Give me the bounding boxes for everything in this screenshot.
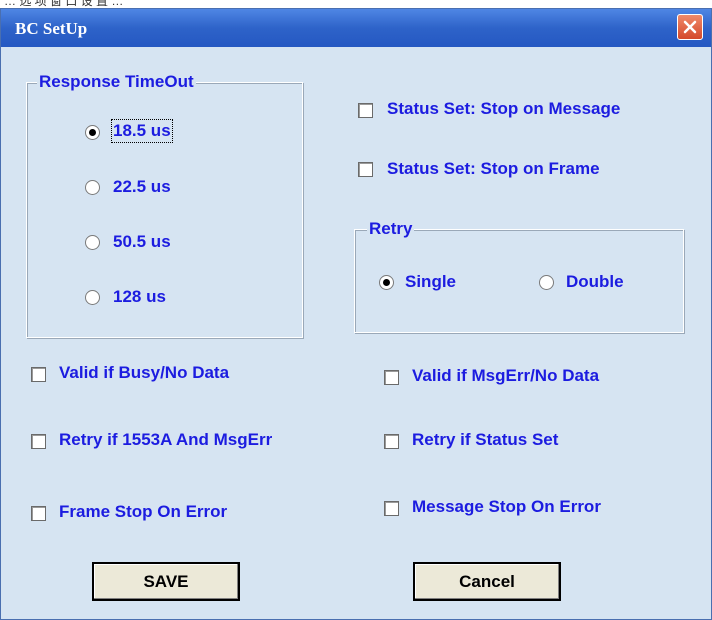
timeout-128-label[interactable]: 128 us — [113, 287, 166, 307]
close-button[interactable] — [677, 14, 703, 40]
window-title: BC SetUp — [15, 19, 88, 38]
timeout-18-5-radio[interactable] — [85, 125, 100, 140]
frame-stop-label[interactable]: Frame Stop On Error — [59, 502, 227, 522]
timeout-18-5-label[interactable]: 18.5 us — [111, 119, 173, 143]
stop-on-frame-label[interactable]: Status Set: Stop on Frame — [387, 159, 600, 179]
background-strip: … 选 项 窗 口 设 置 … — [0, 0, 712, 8]
stop-on-message-checkbox[interactable] — [358, 103, 373, 118]
timeout-128-radio[interactable] — [85, 290, 100, 305]
message-stop-label[interactable]: Message Stop On Error — [412, 497, 601, 517]
retry-1553a-label[interactable]: Retry if 1553A And MsgErr — [59, 430, 272, 450]
close-icon — [683, 20, 697, 34]
valid-busy-checkbox[interactable] — [31, 367, 46, 382]
message-stop-checkbox[interactable] — [384, 501, 399, 516]
timeout-22-5-radio[interactable] — [85, 180, 100, 195]
timeout-22-5-label[interactable]: 22.5 us — [113, 177, 171, 197]
retry-1553a-checkbox[interactable] — [31, 434, 46, 449]
cancel-button[interactable]: Cancel — [413, 562, 561, 601]
retry-legend: Retry — [367, 219, 415, 239]
retry-single-radio[interactable] — [379, 275, 394, 290]
retry-double-label[interactable]: Double — [566, 272, 624, 292]
valid-msgerr-label[interactable]: Valid if MsgErr/No Data — [412, 366, 599, 386]
stop-on-message-label[interactable]: Status Set: Stop on Message — [387, 99, 620, 119]
frame-stop-checkbox[interactable] — [31, 506, 46, 521]
valid-busy-label[interactable]: Valid if Busy/No Data — [59, 363, 229, 383]
retry-single-label[interactable]: Single — [405, 272, 456, 292]
timeout-50-5-radio[interactable] — [85, 235, 100, 250]
retry-double-radio[interactable] — [539, 275, 554, 290]
title-bar[interactable]: BC SetUp — [1, 9, 711, 47]
response-timeout-legend: Response TimeOut — [37, 72, 196, 92]
retry-status-label[interactable]: Retry if Status Set — [412, 430, 558, 450]
bc-setup-dialog: BC SetUp Response TimeOut 18.5 us 22.5 u… — [0, 8, 712, 620]
valid-msgerr-checkbox[interactable] — [384, 370, 399, 385]
retry-group — [354, 229, 684, 333]
stop-on-frame-checkbox[interactable] — [358, 162, 373, 177]
retry-status-checkbox[interactable] — [384, 434, 399, 449]
timeout-50-5-label[interactable]: 50.5 us — [113, 232, 171, 252]
save-button[interactable]: SAVE — [92, 562, 240, 601]
